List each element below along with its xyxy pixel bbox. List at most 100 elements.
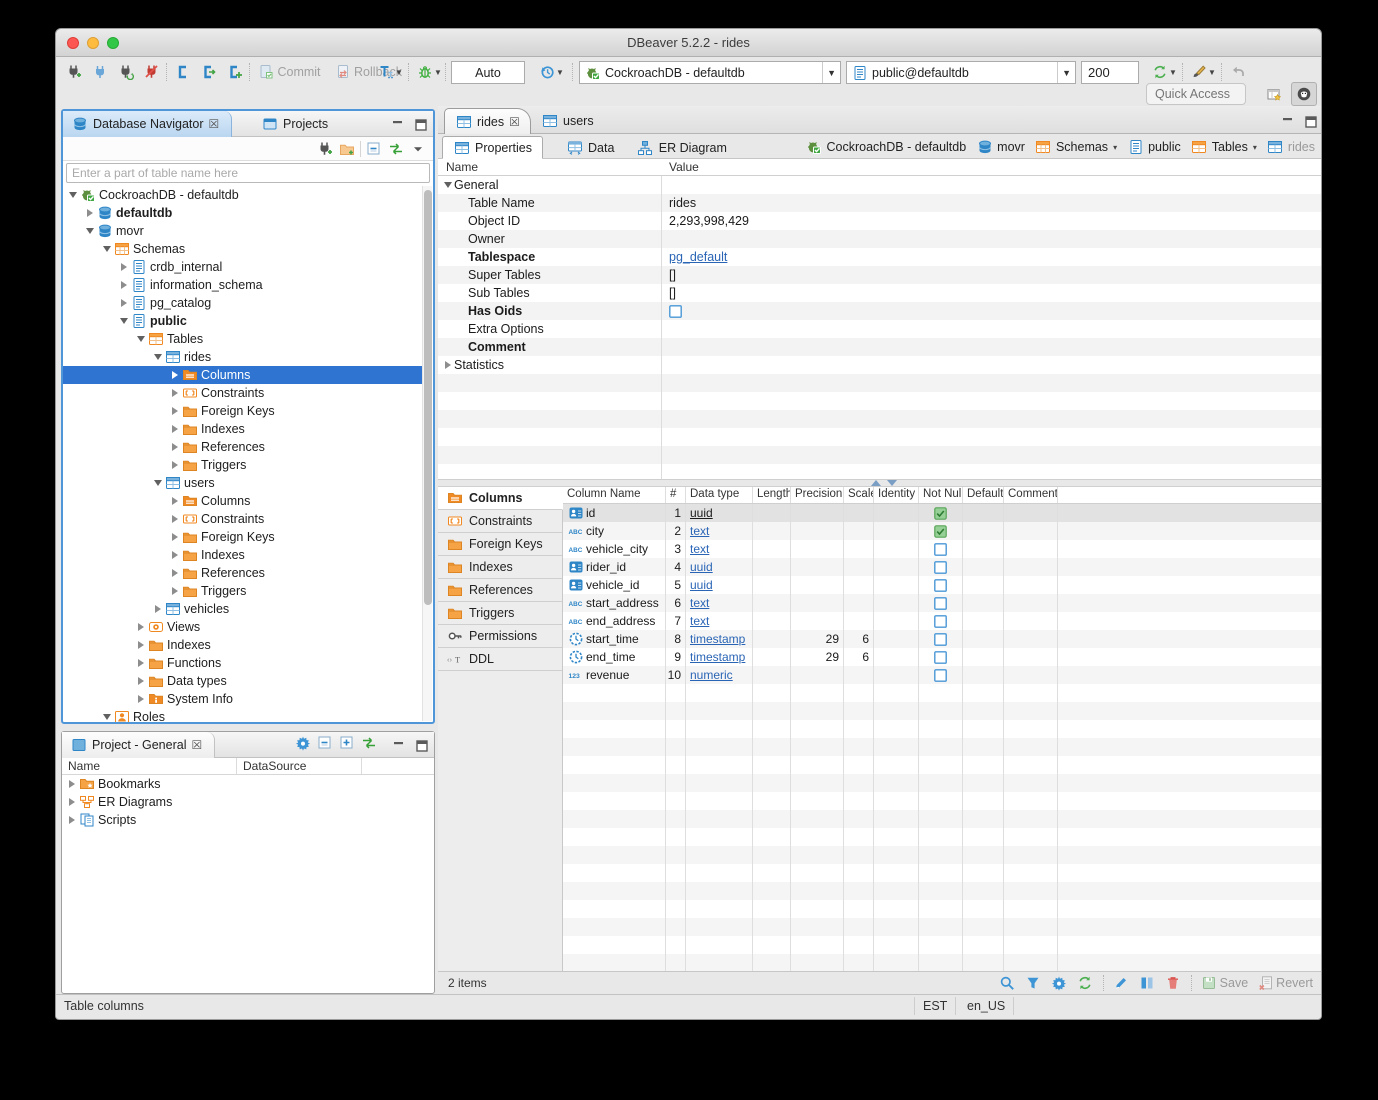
subtab-er-diagram[interactable]: ER Diagram <box>627 136 737 159</box>
collapsed-arrow-icon[interactable] <box>169 515 181 523</box>
columns-view-icon[interactable] <box>1139 975 1156 991</box>
expanded-arrow-icon[interactable] <box>101 714 113 720</box>
property-row-super-tables[interactable]: Super Tables[] <box>438 266 1322 284</box>
col-header-column-name[interactable]: Column Name <box>563 487 666 503</box>
column-row-revenue[interactable]: 123revenue10numeric <box>563 666 1322 684</box>
data-type-link[interactable]: uuid <box>690 578 713 592</box>
project-col-datasource[interactable]: DataSource <box>237 758 362 774</box>
tab-projects[interactable]: Projects <box>253 111 340 137</box>
props-col-name[interactable]: Name <box>438 159 661 175</box>
tab-database-navigator[interactable]: Database Navigator ☒ <box>63 111 232 137</box>
property-row-comment[interactable]: Comment <box>438 338 1322 356</box>
timezone-indicator[interactable]: EST <box>914 997 956 1015</box>
checkbox-unchecked-icon[interactable] <box>934 579 947 592</box>
tree-item-triggers[interactable]: Triggers <box>63 582 422 600</box>
col-header-length[interactable]: Length <box>753 487 791 503</box>
tree-item-constraints[interactable]: Constraints <box>63 510 422 528</box>
close-icon[interactable]: ☒ <box>509 115 520 129</box>
close-icon[interactable]: ☒ <box>191 738 202 752</box>
tree-item-columns[interactable]: Columns <box>63 492 422 510</box>
project-item-bookmarks[interactable]: Bookmarks <box>62 775 434 793</box>
open-perspective-button[interactable] <box>1261 82 1287 106</box>
maximize-view-icon[interactable] <box>413 738 430 754</box>
collapsed-arrow-icon[interactable] <box>66 816 78 824</box>
data-type-link[interactable]: text <box>690 542 709 556</box>
tree-item-indexes[interactable]: Indexes <box>63 420 422 438</box>
tree-item-functions[interactable]: Functions <box>63 654 422 672</box>
tree-item-system-info[interactable]: System Info <box>63 690 422 708</box>
collapsed-arrow-icon[interactable] <box>152 605 164 613</box>
col-header-comment[interactable]: Comment <box>1004 487 1058 503</box>
expanded-arrow-icon[interactable] <box>67 192 79 198</box>
refresh-button[interactable]: ▼ <box>1148 60 1180 84</box>
gear-icon[interactable] <box>294 734 312 752</box>
tree-item-roles[interactable]: Roles <box>63 708 422 722</box>
breadcrumb-cockroachdb-defaultdb[interactable]: CockroachDB - defaultdb <box>806 139 967 155</box>
collapsed-arrow-icon[interactable] <box>66 780 78 788</box>
detail-tab-foreign-keys[interactable]: Foreign Keys <box>438 533 562 556</box>
data-type-link[interactable]: timestamp <box>690 650 745 664</box>
sql-editor-button[interactable] <box>171 60 195 84</box>
add-folder-icon[interactable] <box>338 140 356 158</box>
col-header-data-type[interactable]: Data type <box>686 487 753 503</box>
props-col-value[interactable]: Value <box>661 159 707 175</box>
undo-button[interactable] <box>1226 60 1250 84</box>
link-with-editor-icon[interactable] <box>360 734 378 752</box>
dbeaver-perspective-button[interactable] <box>1291 82 1317 106</box>
data-type-link[interactable]: text <box>690 614 709 628</box>
checkbox-unchecked-icon[interactable] <box>934 561 947 574</box>
checkbox-unchecked-icon[interactable] <box>934 597 947 610</box>
col-header-not-null[interactable]: Not Null <box>919 487 963 503</box>
property-row-extra-options[interactable]: Extra Options <box>438 320 1322 338</box>
property-row-sub-tables[interactable]: Sub Tables[] <box>438 284 1322 302</box>
collapsed-arrow-icon[interactable] <box>84 209 96 217</box>
column-row-vehicle_city[interactable]: ABCvehicle_city3text <box>563 540 1322 558</box>
commit-mode-combo[interactable]: Auto <box>451 61 525 84</box>
checkbox-unchecked-icon[interactable] <box>934 633 947 646</box>
property-row-has-oids[interactable]: Has Oids <box>438 302 1322 320</box>
detail-tab-ddl[interactable]: ‹›TDDL <box>438 648 562 671</box>
save-button[interactable]: Save <box>1201 975 1249 991</box>
expanded-arrow-icon[interactable] <box>135 336 147 342</box>
connect-button[interactable] <box>88 60 112 84</box>
collapsed-arrow-icon[interactable] <box>169 569 181 577</box>
minimize-view-icon[interactable] <box>389 117 406 133</box>
sash-up-icon[interactable] <box>871 480 881 486</box>
collapsed-arrow-icon[interactable] <box>169 497 181 505</box>
tree-item-triggers[interactable]: Triggers <box>63 456 422 474</box>
tree-item-public[interactable]: public <box>63 312 422 330</box>
property-row-statistics[interactable]: Statistics <box>438 356 1322 374</box>
property-value-link[interactable]: pg_default <box>669 250 727 264</box>
gear-icon[interactable] <box>1051 975 1068 991</box>
format-button[interactable]: ▼ <box>1187 60 1219 84</box>
editor-tab-users[interactable]: users <box>531 108 604 134</box>
expanded-arrow-icon[interactable] <box>101 246 113 252</box>
collapsed-arrow-icon[interactable] <box>135 677 147 685</box>
collapsed-arrow-icon[interactable] <box>118 299 130 307</box>
tab-project-general[interactable]: Project - General ☒ <box>62 732 215 758</box>
collapsed-arrow-icon[interactable] <box>135 623 147 631</box>
tree-item-cockroachdb-defaultdb[interactable]: CockroachDB - defaultdb <box>63 186 422 204</box>
tree-item-foreign-keys[interactable]: Foreign Keys <box>63 402 422 420</box>
tree-item-data-types[interactable]: Data types <box>63 672 422 690</box>
open-sql-script-button[interactable] <box>197 60 221 84</box>
fetch-size-input[interactable] <box>1081 61 1139 84</box>
column-row-end_address[interactable]: ABCend_address7text <box>563 612 1322 630</box>
tree-item-tables[interactable]: Tables <box>63 330 422 348</box>
debug-button[interactable]: ▼ <box>413 60 445 84</box>
connection-combo[interactable]: CockroachDB - defaultdb ▼ <box>579 61 841 84</box>
column-row-start_address[interactable]: ABCstart_address6text <box>563 594 1322 612</box>
column-row-end_time[interactable]: end_time9timestamp296 <box>563 648 1322 666</box>
collapsed-arrow-icon[interactable] <box>118 281 130 289</box>
collapsed-arrow-icon[interactable] <box>118 263 130 271</box>
collapsed-arrow-icon[interactable] <box>169 389 181 397</box>
checkbox-checked-icon[interactable] <box>934 525 947 538</box>
column-row-id[interactable]: id1uuid <box>563 504 1322 522</box>
checkbox-checked-icon[interactable] <box>934 507 947 520</box>
new-sql-editor-button[interactable] <box>223 60 247 84</box>
column-row-start_time[interactable]: start_time8timestamp296 <box>563 630 1322 648</box>
expand-all-icon[interactable] <box>338 734 356 752</box>
data-type-link[interactable]: timestamp <box>690 632 745 646</box>
subtab-data[interactable]: Data <box>556 136 624 159</box>
collapsed-arrow-icon[interactable] <box>169 461 181 469</box>
